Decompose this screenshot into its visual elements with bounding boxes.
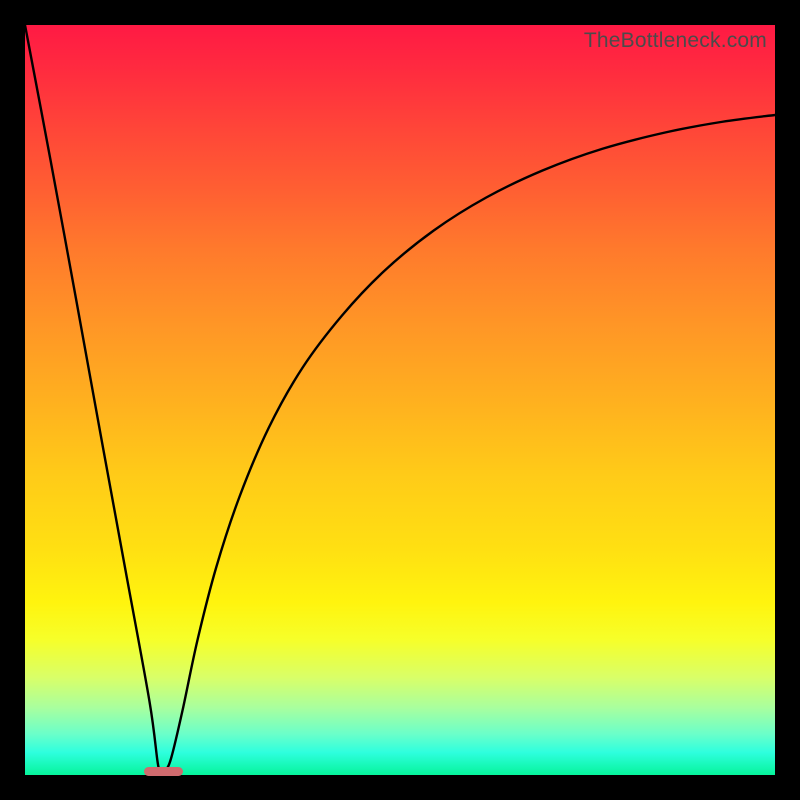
minimum-marker [144, 767, 183, 776]
bottleneck-curve [25, 25, 775, 775]
chart-frame: TheBottleneck.com [0, 0, 800, 800]
watermark-text: TheBottleneck.com [584, 29, 767, 53]
plot-area: TheBottleneck.com [25, 25, 775, 775]
